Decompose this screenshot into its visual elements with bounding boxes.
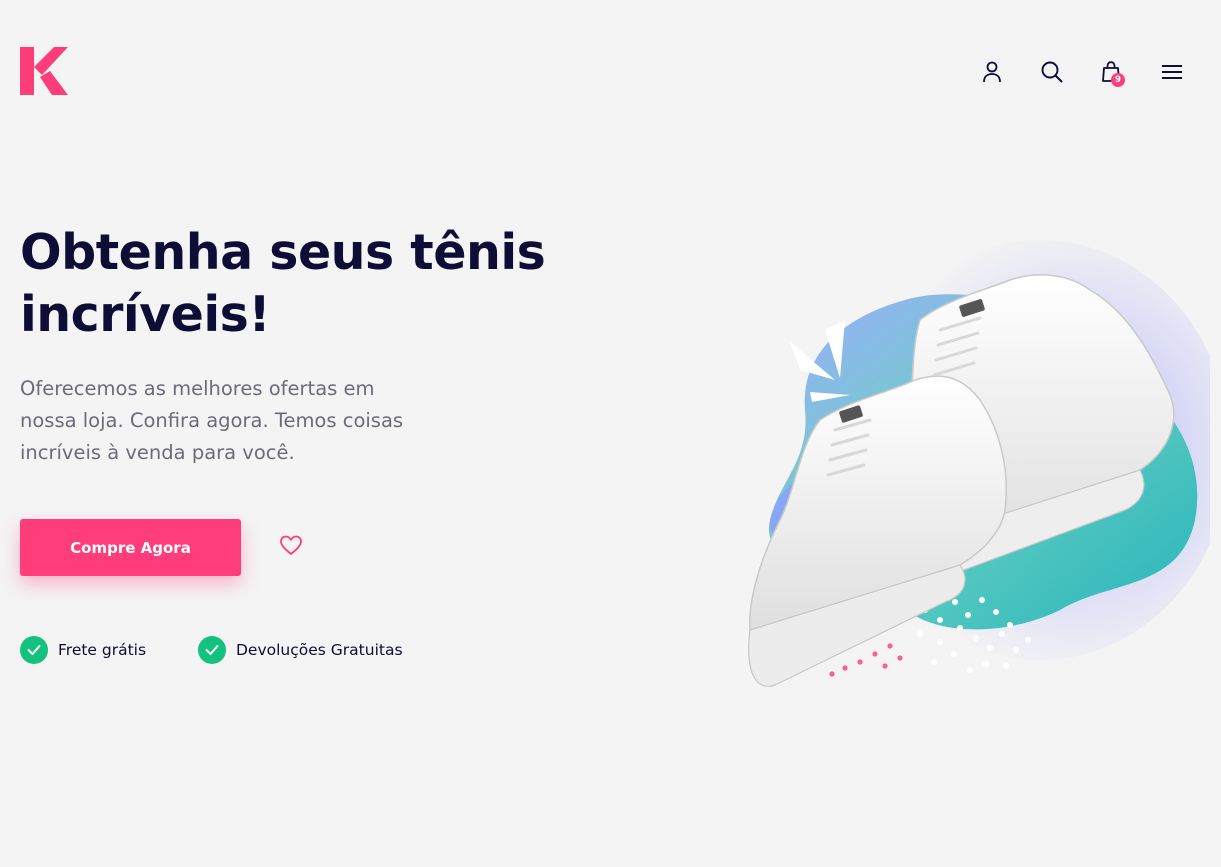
hero-description: Oferecemos as melhores ofertas em nossa …	[20, 377, 404, 464]
brand-logo[interactable]	[20, 47, 68, 95]
check-icon	[198, 636, 226, 664]
search-icon	[1041, 61, 1063, 83]
feature-free-returns: Devoluções Gratuitas	[198, 636, 403, 664]
header-actions: 9	[976, 56, 1188, 88]
menu-icon	[1162, 65, 1182, 79]
user-icon	[983, 61, 1001, 83]
hero-title: Obtenha seus tênis incríveis!	[20, 224, 546, 343]
menu-button[interactable]	[1156, 56, 1188, 88]
account-button[interactable]	[976, 56, 1008, 88]
feature-label: Devoluções Gratuitas	[236, 641, 403, 659]
k-logo-icon	[20, 47, 68, 95]
sneaker-illustration	[748, 240, 1221, 687]
heart-icon	[280, 535, 302, 555]
cart-count-badge: 9	[1111, 73, 1125, 87]
feature-label: Frete grátis	[58, 641, 147, 659]
feature-free-shipping: Frete grátis	[20, 636, 146, 664]
search-button[interactable]	[1036, 56, 1068, 88]
favorite-button[interactable]	[278, 532, 304, 558]
cart-button[interactable]: 9	[1096, 56, 1128, 88]
shop-now-button[interactable]: Compre Agora	[20, 519, 241, 576]
hero-sneaker-image	[740, 230, 1221, 700]
check-icon	[20, 636, 48, 664]
